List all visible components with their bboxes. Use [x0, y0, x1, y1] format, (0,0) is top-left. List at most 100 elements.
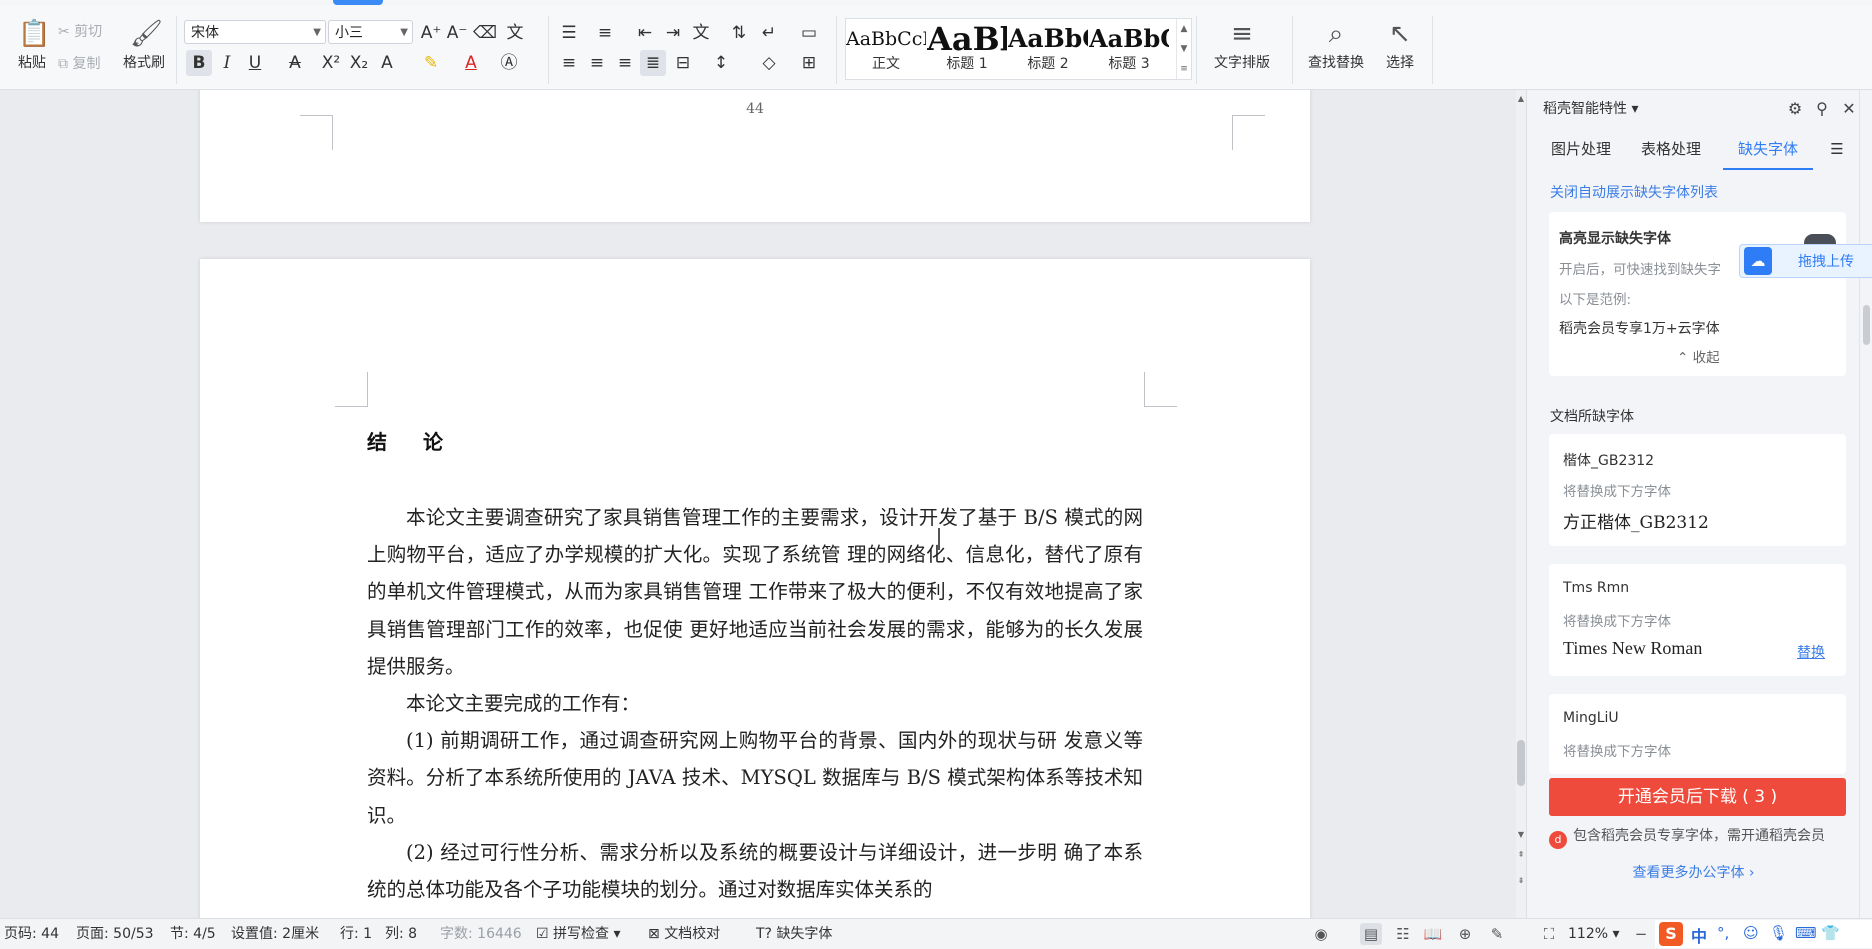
status-setting[interactable]: 设置值: 2厘米: [231, 919, 319, 949]
gear-icon[interactable]: ⚙: [1784, 98, 1806, 120]
underline-icon[interactable]: U: [242, 50, 268, 76]
microphone-icon[interactable]: 🎙: [1769, 924, 1788, 942]
highlight-icon[interactable]: ✎: [418, 50, 444, 76]
tab-ruler-icon[interactable]: ▭: [796, 20, 822, 46]
replace-button[interactable]: 替换: [1797, 642, 1825, 662]
punctuation-icon[interactable]: °,: [1717, 924, 1729, 942]
shrink-font-icon[interactable]: A⁻: [444, 20, 470, 46]
panel-scroll-thumb[interactable]: [1863, 305, 1870, 345]
sort-icon[interactable]: ⇅: [726, 20, 752, 46]
char-border-icon[interactable]: Ⓐ: [496, 50, 522, 76]
font-card[interactable]: Tms Rmn 将替换成下方字体 Times New Roman 替换: [1549, 564, 1846, 676]
style-heading-3[interactable]: AaBbC标题 3: [1089, 19, 1169, 79]
align-left-icon[interactable]: ≡: [556, 50, 582, 76]
font-card[interactable]: MingLiU 将替换成下方字体: [1549, 694, 1846, 774]
status-page[interactable]: 页面: 50/53: [76, 919, 154, 949]
align-center-icon[interactable]: ≡: [584, 50, 610, 76]
style-heading-2[interactable]: AaBbC标题 2: [1008, 19, 1088, 79]
phonetic-guide-icon[interactable]: 文: [502, 20, 528, 46]
font-size-combo[interactable]: 小三 ▼: [328, 20, 413, 44]
document-area[interactable]: 44 结 论 本论文主要调查研究了家具销售管理工作的主要需求，设计开发了基于 B…: [0, 90, 1524, 918]
status-page-code[interactable]: 页码: 44: [4, 919, 59, 949]
style-heading-1[interactable]: AaBl 标题 1: [927, 19, 1007, 79]
decrease-indent-icon[interactable]: ⇤: [632, 20, 658, 46]
shading-icon[interactable]: ◇: [756, 50, 782, 76]
missing-font-button[interactable]: T? 缺失字体: [756, 919, 832, 949]
copy-button[interactable]: ⧉ 复制: [58, 52, 100, 76]
bold-icon[interactable]: B: [186, 50, 212, 76]
panel-title[interactable]: 稻壳智能特性 ▾: [1543, 98, 1638, 118]
scroll-thumb[interactable]: [1517, 740, 1525, 786]
fit-page-icon[interactable]: ⛶: [1538, 923, 1560, 945]
italic-icon[interactable]: I: [214, 50, 240, 76]
tab-missing-fonts[interactable]: 缺失字体: [1723, 134, 1813, 170]
status-row[interactable]: 行: 1: [340, 919, 372, 949]
cut-button[interactable]: ✂ 剪切: [58, 20, 102, 44]
zoom-level[interactable]: 112% ▾: [1568, 919, 1620, 949]
body-text[interactable]: 本论文主要调查研究了家具销售管理工作的主要需求，设计开发了基于 B/S 模式的网…: [367, 499, 1143, 908]
menu-icon[interactable]: ☰: [1825, 134, 1849, 168]
text-layout-button[interactable]: ≡ 文字排版: [1206, 14, 1278, 82]
numbered-list-icon[interactable]: ≡: [592, 20, 618, 46]
input-method-bar[interactable]: S 中 °, ☺ 🎙 ⌨ 👕: [1655, 920, 1872, 948]
chinese-layout-icon[interactable]: 文: [688, 20, 714, 46]
write-view-icon[interactable]: ✎: [1486, 923, 1508, 945]
read-view-icon[interactable]: 📖: [1422, 923, 1444, 945]
strikethrough-icon[interactable]: A: [282, 50, 308, 76]
eye-protect-icon[interactable]: ◉: [1310, 923, 1332, 945]
tab-image-processing[interactable]: 图片处理: [1543, 134, 1619, 168]
status-word-count[interactable]: 字数: 16446: [440, 919, 522, 949]
bullet-list-icon[interactable]: ☰: [556, 20, 582, 46]
font-card[interactable]: 楷体_GB2312 将替换成下方字体 方正楷体_GB2312: [1549, 434, 1846, 546]
doc-proof-button[interactable]: ⊠ 文档校对: [648, 919, 720, 949]
proof-icon: ⊠: [648, 926, 660, 942]
zoom-out-icon[interactable]: −: [1630, 923, 1652, 945]
style-normal[interactable]: AaBbCcI 正文: [846, 19, 926, 79]
page-view-icon[interactable]: ▤: [1360, 923, 1382, 945]
subscript-icon[interactable]: X₂: [346, 50, 372, 76]
pin-icon[interactable]: ⚲: [1811, 98, 1833, 120]
collapse-button[interactable]: ⌃ 收起: [1677, 346, 1720, 366]
status-section[interactable]: 节: 4/5: [170, 919, 216, 949]
tab-table-processing[interactable]: 表格处理: [1633, 134, 1709, 168]
status-col[interactable]: 列: 8: [385, 919, 417, 949]
align-right-icon[interactable]: ≡: [612, 50, 638, 76]
panel-scrollbar[interactable]: [1859, 90, 1872, 918]
active-tab-indicator[interactable]: [333, 0, 383, 5]
emoji-icon[interactable]: ☺: [1743, 924, 1759, 942]
increase-indent-icon[interactable]: ⇥: [660, 20, 686, 46]
spell-check-button[interactable]: ☑ 拼写检查 ▾: [536, 919, 621, 949]
find-replace-button[interactable]: ⌕ 查找替换: [1300, 14, 1372, 82]
format-painter-button[interactable]: 🖌 格式刷: [116, 14, 172, 82]
select-button[interactable]: ↖ 选择: [1374, 14, 1426, 82]
text-effect-icon[interactable]: A: [374, 50, 400, 76]
font-color-icon[interactable]: A: [458, 50, 484, 76]
ime-language[interactable]: 中: [1691, 923, 1707, 947]
scroll-down-icon[interactable]: ▼: [1516, 830, 1526, 839]
font-name-combo[interactable]: 宋体 ▼: [184, 20, 326, 44]
prev-page-icon[interactable]: ⇞: [1516, 850, 1526, 859]
skin-icon[interactable]: 👕: [1821, 924, 1840, 942]
line-spacing-icon[interactable]: ↕: [708, 50, 734, 76]
style-gallery-scroll[interactable]: ▲ ▼ ≡: [1176, 19, 1191, 79]
paste-button[interactable]: 📋 粘贴: [4, 14, 60, 82]
show-marks-icon[interactable]: ↵: [756, 20, 782, 46]
web-view-icon[interactable]: ⊕: [1454, 923, 1476, 945]
more-fonts-link[interactable]: 查看更多办公字体 ›: [1527, 862, 1860, 882]
clear-format-icon[interactable]: ⌫: [472, 20, 498, 46]
superscript-icon[interactable]: X²: [318, 50, 344, 76]
keyboard-icon[interactable]: ⌨: [1795, 924, 1817, 942]
distribute-icon[interactable]: ⊟: [670, 50, 696, 76]
justify-icon[interactable]: ≣: [640, 50, 666, 76]
close-icon[interactable]: ✕: [1838, 98, 1860, 120]
borders-icon[interactable]: ⊞: [796, 50, 822, 76]
font-name: 楷体_GB2312: [1563, 453, 1655, 469]
close-auto-show-link[interactable]: 关闭自动展示缺失字体列表: [1550, 182, 1718, 202]
next-page-icon[interactable]: ⇟: [1516, 876, 1526, 885]
document-scrollbar[interactable]: ▲ ▼ ⇞ ⇟: [1516, 90, 1526, 918]
grow-font-icon[interactable]: A⁺: [418, 20, 444, 46]
download-button[interactable]: 开通会员后下载 ( 3 ): [1549, 778, 1846, 816]
drag-upload-widget[interactable]: ☁ 拖拽上传: [1739, 244, 1872, 278]
outline-view-icon[interactable]: ☷: [1392, 923, 1414, 945]
scroll-up-icon[interactable]: ▲: [1516, 94, 1526, 103]
